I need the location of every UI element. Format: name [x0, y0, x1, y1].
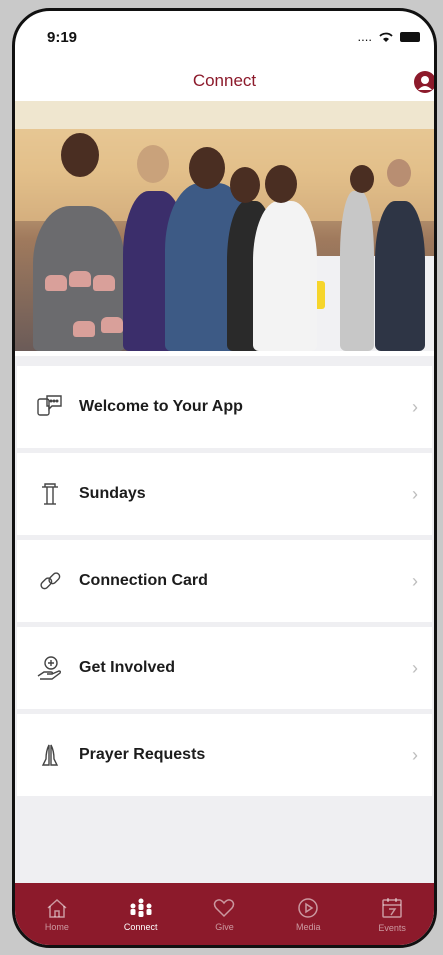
signal-indicator: ....: [357, 29, 372, 44]
hero-ceiling: [15, 101, 434, 129]
menu-item-connection-card[interactable]: Connection Card ›: [17, 540, 432, 622]
battery-icon: [400, 31, 420, 42]
tab-connect[interactable]: Connect: [106, 897, 176, 932]
profile-button[interactable]: [414, 71, 434, 93]
status-time: 9:19: [47, 29, 78, 46]
tab-label: Give: [215, 921, 234, 932]
hero-cupcake: [73, 321, 95, 337]
tab-label: Events: [378, 922, 406, 933]
menu-item-label: Sundays: [79, 485, 146, 502]
tab-give[interactable]: Give: [189, 897, 259, 932]
status-indicators: ....: [358, 29, 420, 44]
menu-item-label: Welcome to Your App: [79, 398, 243, 415]
tab-label: Media: [296, 921, 321, 932]
tab-media[interactable]: Media: [273, 897, 343, 932]
menu-item-label: Get Involved: [79, 659, 176, 676]
tab-label: Connect: [123, 921, 158, 932]
chevron-right-icon: ›: [412, 744, 418, 765]
heart-icon: [214, 898, 235, 917]
tab-events[interactable]: Events: [357, 896, 427, 933]
person-icon: [418, 76, 432, 90]
home-icon: [47, 898, 67, 918]
page-title: Connect: [192, 71, 257, 90]
hero-head: [350, 165, 374, 193]
hero-head: [61, 133, 99, 177]
hero-cupcake: [69, 271, 91, 287]
hero-head: [230, 167, 260, 203]
chevron-right-icon: ›: [412, 483, 418, 504]
podium-icon: [35, 479, 65, 509]
menu-list: Welcome to Your App › Sundays › Connecti…: [15, 356, 434, 886]
hero-person: [253, 201, 317, 351]
hero-cupcake: [45, 275, 67, 291]
play-icon: [298, 897, 319, 918]
hero-head: [387, 159, 411, 187]
tab-bar: Home Connect Give Media Events: [15, 883, 434, 945]
hand-gift-icon: [35, 653, 65, 683]
wifi-icon: [379, 32, 393, 42]
tab-label: Home: [44, 921, 69, 932]
menu-item-label: Connection Card: [79, 572, 208, 589]
hero-head: [189, 147, 225, 189]
hero-head: [265, 165, 297, 203]
menu-item-sundays[interactable]: Sundays ›: [17, 453, 432, 535]
chat-bubbles-icon: [35, 392, 65, 422]
hero-person: [340, 191, 374, 351]
hero-cupcake: [93, 275, 115, 291]
menu-item-get-involved[interactable]: Get Involved ›: [17, 627, 432, 709]
link-icon: [35, 566, 65, 596]
tab-home[interactable]: Home: [22, 897, 92, 932]
praying-hands-icon: [35, 740, 65, 770]
hero-image: [15, 101, 434, 351]
status-bar: 9:19 ....: [15, 11, 434, 63]
calendar-icon: [382, 897, 402, 918]
chevron-right-icon: ›: [412, 657, 418, 678]
chevron-right-icon: ›: [412, 570, 418, 591]
menu-item-prayer-requests[interactable]: Prayer Requests ›: [17, 714, 432, 796]
chevron-right-icon: ›: [412, 396, 418, 417]
hero-person: [375, 201, 425, 351]
people-icon: [130, 898, 152, 917]
menu-item-welcome[interactable]: Welcome to Your App ›: [17, 366, 432, 448]
menu-item-label: Prayer Requests: [79, 746, 206, 763]
navigation-bar: Connect: [15, 63, 434, 101]
hero-head: [137, 145, 169, 183]
hero-cupcake: [101, 317, 123, 333]
phone-frame: 9:19 .... Connect Welcome to Your App › …: [12, 8, 437, 948]
